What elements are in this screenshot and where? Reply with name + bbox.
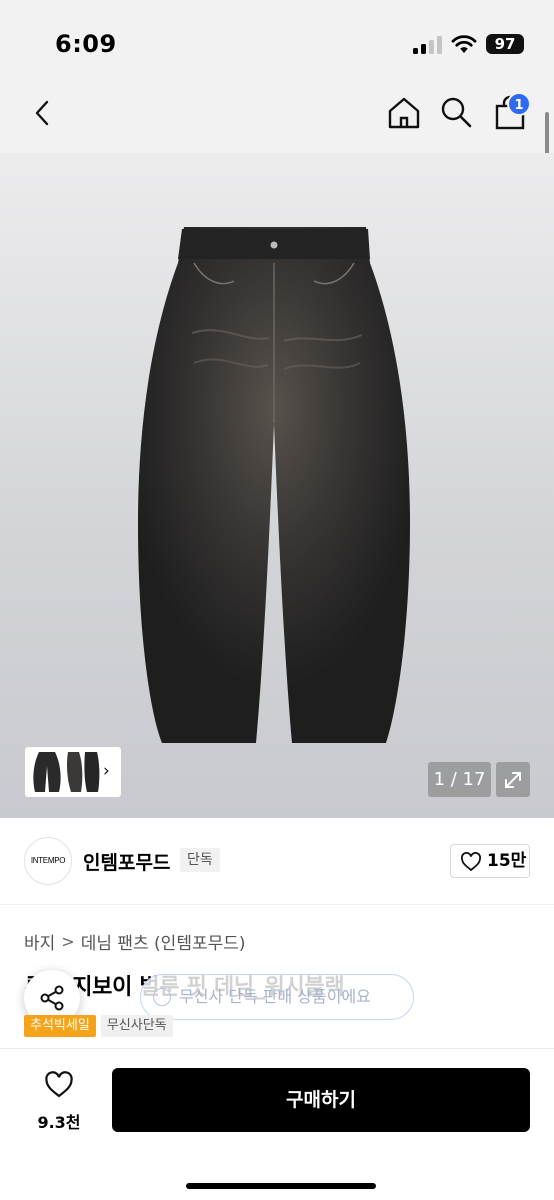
buy-button[interactable]: 구매하기 xyxy=(112,1068,530,1132)
brand-name[interactable]: 인템포무드 xyxy=(83,848,170,875)
brand-like-count: 15만 xyxy=(487,851,527,871)
breadcrumb-item[interactable]: 데님 팬츠 (인템포무드) xyxy=(81,929,246,954)
wifi-icon xyxy=(451,35,477,53)
sale-tag: 추석빅세일 xyxy=(24,1015,96,1037)
status-time: 6:09 xyxy=(55,30,117,58)
search-icon[interactable] xyxy=(439,95,473,129)
status-bar: 6:09 97 xyxy=(0,0,554,86)
cellular-signal-icon xyxy=(413,36,443,54)
home-indicator xyxy=(186,1183,376,1189)
chevron-left-icon[interactable] xyxy=(28,98,58,128)
product-image-gallery[interactable]: › 1 / 17 xyxy=(0,153,554,818)
check-icon xyxy=(153,988,171,1006)
thumbnail-side[interactable] xyxy=(65,750,101,794)
brand-logo[interactable]: INTEMPO xyxy=(24,837,72,885)
exclusive-badge: 무신사단독 xyxy=(100,1015,173,1037)
battery-indicator: 97 xyxy=(486,34,524,54)
wishlist-count: 9.3천 xyxy=(37,1113,81,1132)
cart-count-badge: 1 xyxy=(507,92,531,116)
breadcrumb: 바지 > 데님 팬츠 (인템포무드) xyxy=(24,929,246,954)
image-counter: 1 / 17 xyxy=(428,762,491,797)
brand-row[interactable]: INTEMPO 인템포무드 단독 15만 xyxy=(0,818,554,905)
wishlist-button[interactable]: 9.3천 xyxy=(24,1067,94,1137)
breadcrumb-item[interactable]: 바지 xyxy=(24,929,55,954)
top-nav-bar xyxy=(0,86,554,153)
product-photo xyxy=(138,227,410,743)
chevron-right-icon[interactable]: › xyxy=(103,761,110,781)
thumbnail-front[interactable] xyxy=(29,750,65,794)
breadcrumb-separator: > xyxy=(61,932,75,951)
bottom-action-bar: 9.3천 구매하기 xyxy=(0,1048,554,1200)
share-icon xyxy=(40,985,64,1011)
toast-text: 무신사 단독 판매 상품이에요 xyxy=(179,987,371,1006)
thumbnail-strip[interactable]: › xyxy=(25,747,121,797)
expand-icon[interactable] xyxy=(496,762,530,797)
home-icon[interactable] xyxy=(385,94,423,132)
exclusive-toast: 무신사 단독 판매 상품이에요 xyxy=(140,974,414,1020)
exclusive-tag: 단독 xyxy=(180,848,220,872)
product-tags: 추석빅세일 무신사단독 xyxy=(24,1015,173,1037)
heart-icon xyxy=(45,1071,73,1098)
heart-icon xyxy=(461,852,481,872)
brand-like-button[interactable]: 15만 xyxy=(450,844,530,878)
